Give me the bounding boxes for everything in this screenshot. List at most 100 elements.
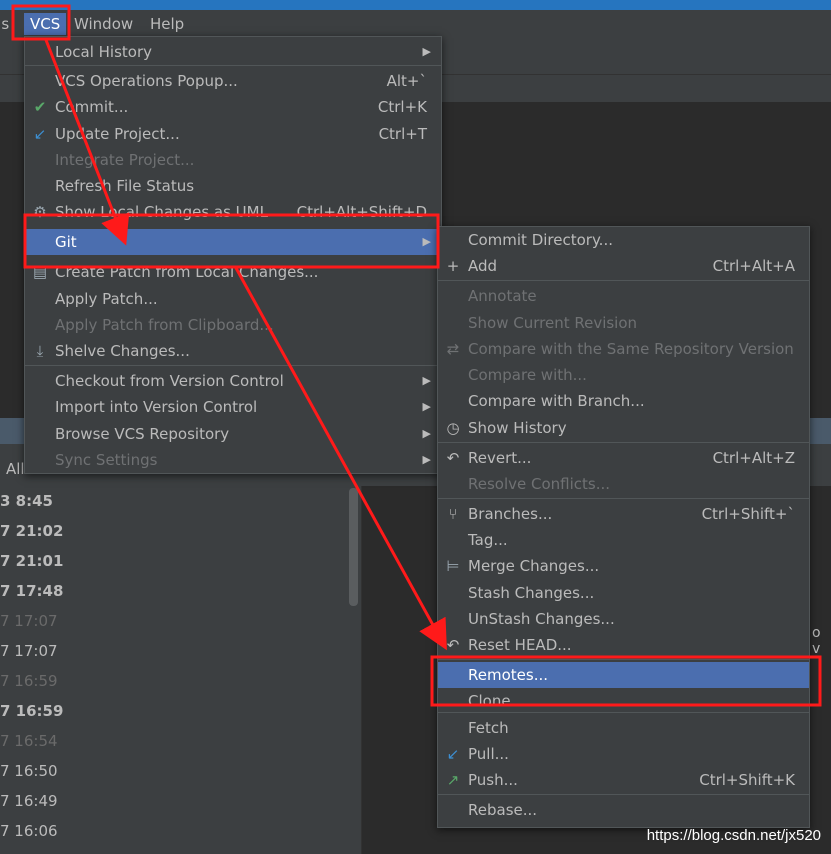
menu-item-revert[interactable]: ↶ Revert... Ctrl+Alt+Z xyxy=(438,445,809,471)
menu-help[interactable]: Help xyxy=(144,13,190,35)
menu-item-fetch[interactable]: Fetch xyxy=(438,715,809,741)
menu-tools[interactable]: ols xyxy=(0,13,15,35)
menu-item-label: Browse VCS Repository xyxy=(55,425,230,443)
menu-item-compare-with: Compare with... xyxy=(438,362,809,388)
clock-icon: ◷ xyxy=(446,419,460,437)
log-row-date[interactable]: 7 17:07 xyxy=(0,642,58,660)
log-row-date[interactable]: 7 16:50 xyxy=(0,762,58,780)
menu-item-label: Tag... xyxy=(468,531,508,549)
menu-item-rebase[interactable]: Rebase... xyxy=(438,797,809,823)
menu-item-shortcut: Ctrl+T xyxy=(378,125,427,143)
menu-item-shelve-changes[interactable]: ⤓ Shelve Changes... xyxy=(25,338,441,364)
watermark: https://blog.csdn.net/jx520 xyxy=(646,827,821,844)
menu-item-label: Rebase... xyxy=(468,801,538,819)
menu-item-label: Show Local Changes as UML xyxy=(55,203,268,221)
log-row-date[interactable]: 3 8:45 xyxy=(0,492,53,510)
menu-separator xyxy=(438,442,809,443)
menu-item-show-local-changes-as-uml[interactable]: ⚙ Show Local Changes as UML Ctrl+Alt+Shift… xyxy=(25,199,441,225)
menu-item-label: Fetch xyxy=(468,719,509,737)
uml-icon: ⚙ xyxy=(33,203,47,221)
push-icon: ↗ xyxy=(446,771,460,789)
title-bar xyxy=(0,0,831,10)
shelve-icon: ⤓ xyxy=(36,342,44,360)
menu-item-merge-changes[interactable]: ⊨ Merge Changes... xyxy=(438,553,809,579)
log-row-date[interactable]: 7 21:02 xyxy=(0,522,63,540)
menu-item-resolve-conflicts: Resolve Conflicts... xyxy=(438,471,809,497)
menu-item-label: Show Current Revision xyxy=(468,314,638,332)
menu-item-show-history[interactable]: ◷ Show History xyxy=(438,415,809,441)
branch-icon: ⑂ xyxy=(448,505,458,523)
log-row-date[interactable]: 7 16:49 xyxy=(0,792,58,810)
menu-item-label: Reset HEAD... xyxy=(468,636,572,654)
log-row-date[interactable]: 7 16:59 xyxy=(0,702,63,720)
menu-item-label: Apply Patch from Clipboard... xyxy=(55,316,274,334)
log-row-date[interactable]: 7 16:06 xyxy=(0,822,58,840)
menu-item-label: Checkout from Version Control xyxy=(55,372,284,390)
menu-item-compare-with-the-same-repository-version: ⇄ Compare with the Same Repository Versio… xyxy=(438,336,809,362)
menu-separator xyxy=(438,794,809,795)
log-row-date[interactable]: 7 17:07 xyxy=(0,612,58,630)
log-row-date[interactable]: 7 21:01 xyxy=(0,552,63,570)
menu-item-checkout-from-version-control[interactable]: Checkout from Version Control ▶ xyxy=(25,368,441,394)
menu-item-compare-with-branch[interactable]: Compare with Branch... xyxy=(438,388,809,414)
update-arrow-icon: ↙ xyxy=(33,125,47,143)
menu-item-apply-patch[interactable]: Apply Patch... xyxy=(25,286,441,312)
menu-item-commit[interactable]: ✔ Commit... Ctrl+K xyxy=(25,94,441,120)
log-row-date[interactable]: 7 17:48 xyxy=(0,582,63,600)
menu-separator xyxy=(438,498,809,499)
menu-item-pull[interactable]: ↙ Pull... xyxy=(438,741,809,767)
menu-item-label: Compare with... xyxy=(468,366,587,384)
submenu-arrow-icon: ▶ xyxy=(422,374,431,387)
menu-item-refresh-file-status[interactable]: Refresh File Status xyxy=(25,173,441,199)
menu-item-local-history[interactable]: Local History ▶ xyxy=(25,39,441,65)
menu-window[interactable]: Window xyxy=(68,13,139,35)
menu-item-label: UnStash Changes... xyxy=(468,610,615,628)
menu-item-label: Clone... xyxy=(468,692,525,710)
submenu-arrow-icon: ▶ xyxy=(422,400,431,413)
menu-item-label: Compare with Branch... xyxy=(468,392,645,410)
menu-item-tag[interactable]: Tag... xyxy=(438,527,809,553)
compare-icon: ⇄ xyxy=(446,340,460,358)
menu-vcs[interactable]: VCS xyxy=(24,13,67,35)
menu-item-label: Git xyxy=(55,233,77,251)
menu-item-commit-directory[interactable]: Commit Directory... xyxy=(438,227,809,253)
menu-item-label: Update Project... xyxy=(55,125,180,143)
log-row-date[interactable]: 7 16:59 xyxy=(0,672,58,690)
menu-item-label: Pull... xyxy=(468,745,509,763)
menu-item-stash-changes[interactable]: Stash Changes... xyxy=(438,580,809,606)
menu-separator xyxy=(438,712,809,713)
menu-item-clone[interactable]: Clone... xyxy=(438,688,809,714)
menu-item-shortcut: Ctrl+Alt+Shift+D xyxy=(296,203,427,221)
menu-item-label: Push... xyxy=(468,771,518,789)
menu-item-push[interactable]: ↗ Push... Ctrl+Shift+K xyxy=(438,767,809,793)
vcs-menu: Local History ▶ VCS Operations Popup... Alt… xyxy=(24,36,442,474)
menu-item-apply-patch-from-clipboard: Apply Patch from Clipboard... xyxy=(25,312,441,338)
plus-icon: + xyxy=(446,257,460,275)
menu-item-shortcut: Ctrl+Shift+K xyxy=(699,771,795,789)
menu-item-label: Apply Patch... xyxy=(55,290,158,308)
menu-item-label: Compare with the Same Repository Version xyxy=(468,340,794,358)
branch-filter-all[interactable]: All xyxy=(6,460,25,478)
menu-item-label: Import into Version Control xyxy=(55,398,258,416)
menu-item-vcs-operations-popup[interactable]: VCS Operations Popup... Alt+` xyxy=(25,68,441,94)
log-row-date[interactable]: 7 16:54 xyxy=(0,732,58,750)
menu-item-sync-settings: Sync Settings ▶ xyxy=(25,447,441,473)
menu-item-label: Commit Directory... xyxy=(468,231,613,249)
menu-item-browse-vcs-repository[interactable]: Browse VCS Repository ▶ xyxy=(25,421,441,447)
menu-item-git[interactable]: Git ▶ xyxy=(25,229,441,255)
log-scrollbar[interactable] xyxy=(349,488,358,606)
submenu-arrow-icon: ▶ xyxy=(422,453,431,466)
menu-item-import-into-version-control[interactable]: Import into Version Control ▶ xyxy=(25,394,441,420)
menu-item-add[interactable]: + Add Ctrl+Alt+A xyxy=(438,253,809,279)
menu-item-branches[interactable]: ⑂ Branches... Ctrl+Shift+` xyxy=(438,501,809,527)
menu-item-create-patch-from-local-changes[interactable]: ▤ Create Patch from Local Changes... xyxy=(25,259,441,285)
menu-item-remotes[interactable]: Remotes... xyxy=(438,662,809,688)
menu-item-label: Integrate Project... xyxy=(55,151,195,169)
menu-item-label: Stash Changes... xyxy=(468,584,595,602)
menu-item-integrate-project: Integrate Project... xyxy=(25,147,441,173)
menu-item-reset-head[interactable]: ↶ Reset HEAD... xyxy=(438,632,809,658)
menu-item-unstash-changes[interactable]: UnStash Changes... xyxy=(438,606,809,632)
menu-item-update-project[interactable]: ↙ Update Project... Ctrl+T xyxy=(25,121,441,147)
menu-separator xyxy=(25,65,441,66)
menu-item-show-current-revision: Show Current Revision xyxy=(438,310,809,336)
